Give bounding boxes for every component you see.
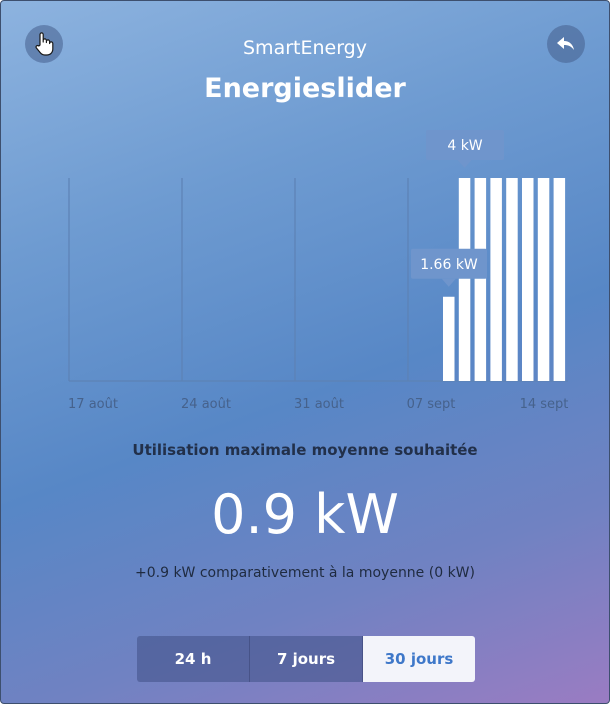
chart-bar [490,178,502,381]
x-tick-label: 24 août [181,397,231,412]
chart-bar [522,178,534,381]
tooltip-label: 4 kW [447,138,482,154]
x-tick-label: 14 sept [520,397,569,412]
tab-24h[interactable]: 24 h [137,636,250,682]
tooltip-pointer [457,160,472,168]
tooltip-pointer [441,278,456,287]
energy-bar-chart: 17 août 24 août 31 août 07 sept 14 sept 4 kW 1… [68,130,569,412]
chart-bar [458,178,471,381]
chart-bar [553,178,566,381]
comparison-text: +0.9 kW comparativement à la moyenne (0 … [135,565,475,581]
x-tick-label: 17 août [68,397,118,412]
x-tick-label: 31 août [294,397,344,412]
chart-bar [537,178,550,381]
tooltip-label: 1.66 kW [420,257,478,273]
desired-max-value: 0.9 kW [211,483,399,546]
chart-bar [474,178,487,381]
chart-bar [443,296,455,381]
chart-bar [506,178,518,381]
tab-30-jours[interactable]: 30 jours [363,636,475,682]
period-tabs: 24 h 7 jours 30 jours [137,636,475,682]
app-window: SmartEnergy Energieslider 17 août 24 août… [0,0,610,704]
tab-7-jours[interactable]: 7 jours [250,636,363,682]
summary-label: Utilisation maximale moyenne souhaitée [132,441,478,459]
x-tick-label: 07 sept [407,397,456,412]
